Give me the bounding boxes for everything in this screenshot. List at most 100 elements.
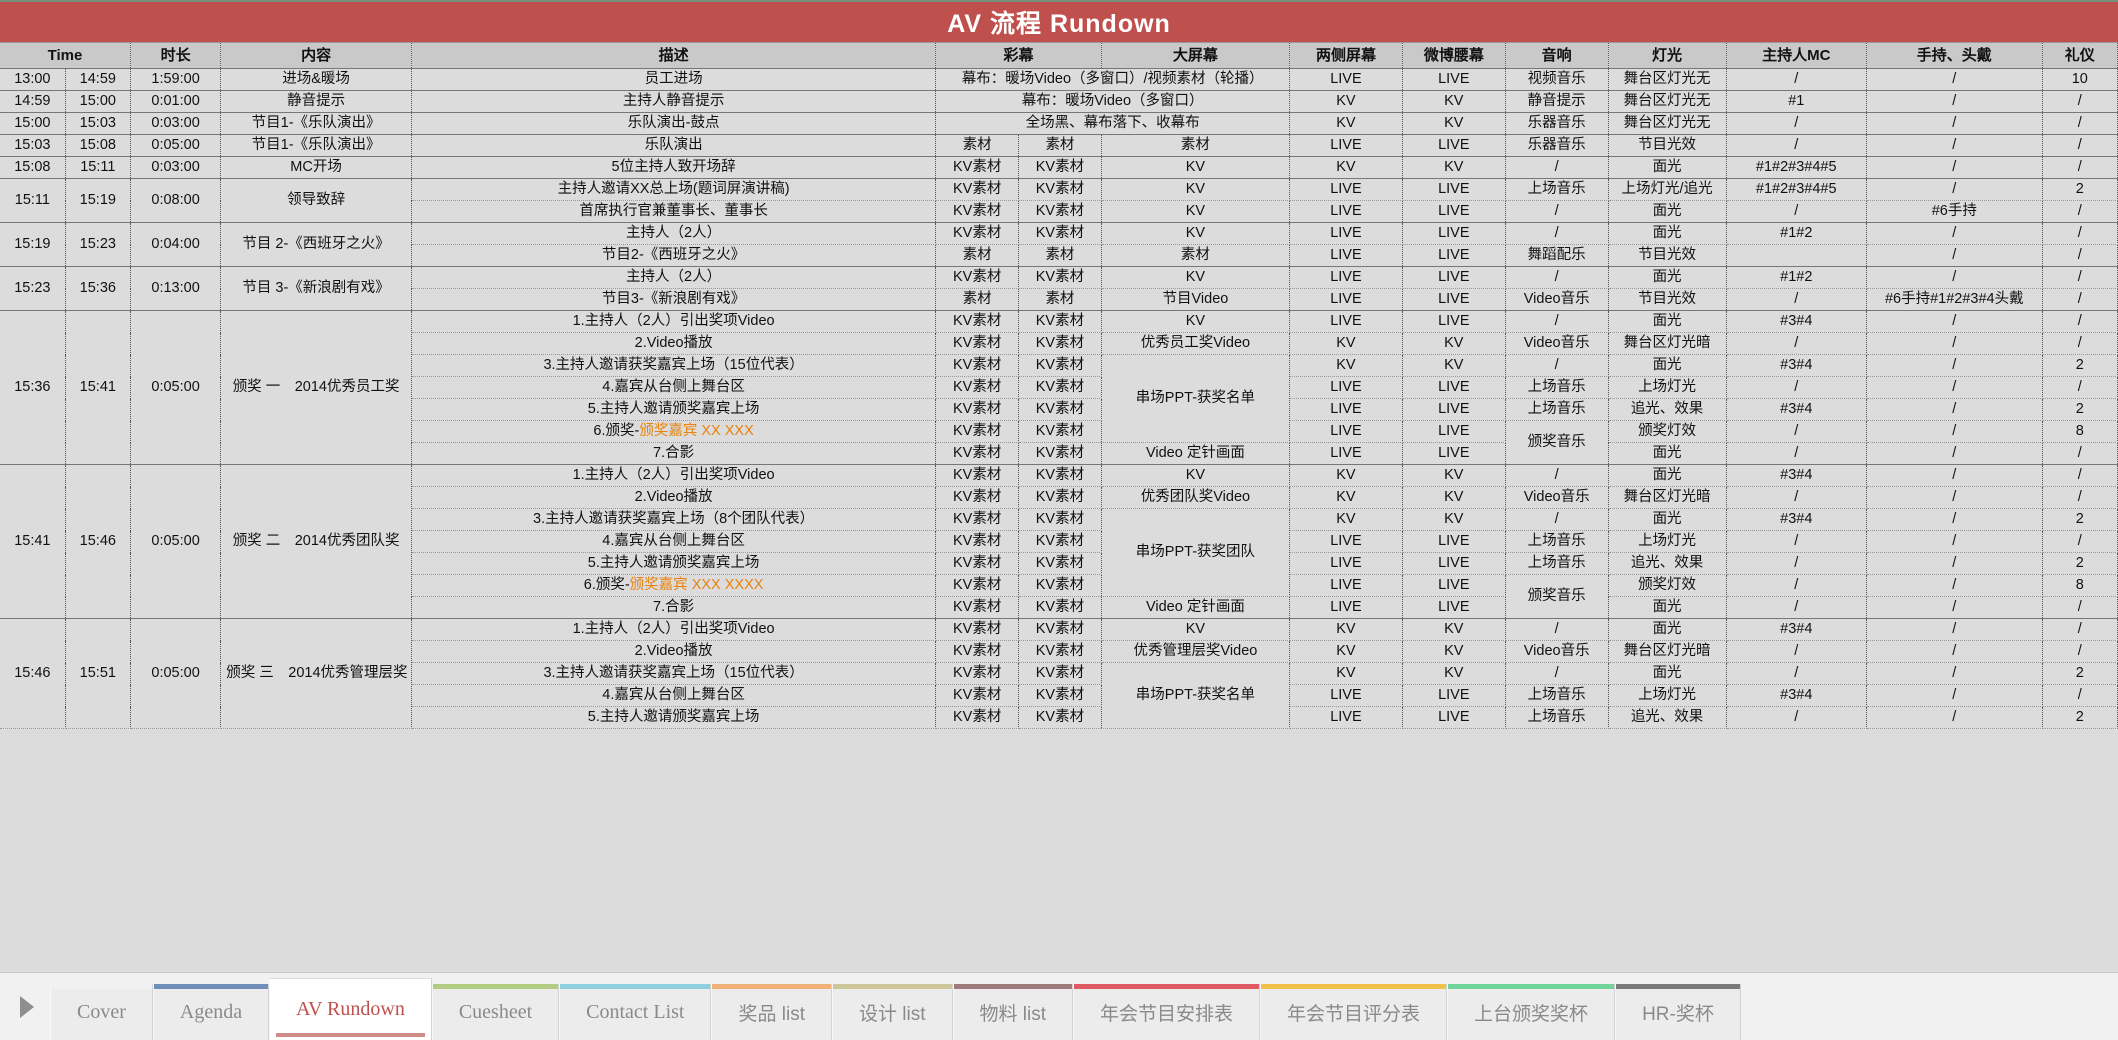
cell-liyi[interactable]: 2 [2042, 706, 2118, 729]
sheet-tab-0[interactable]: Cover [50, 984, 153, 1040]
cell-lighting[interactable]: 面光 [1608, 618, 1727, 641]
cell-caimu-2[interactable]: KV素材 [1018, 464, 1102, 487]
cell-lighting[interactable]: 颁奖灯效 [1608, 574, 1727, 597]
cell-mc[interactable]: / [1726, 552, 1868, 575]
cell-weibo-band[interactable]: KV [1402, 90, 1506, 113]
cell-content[interactable]: 静音提示 [220, 90, 412, 113]
cell-mc[interactable]: #3#4 [1726, 310, 1868, 333]
cell-audio[interactable]: / [1505, 310, 1609, 333]
cell-weibo-band[interactable]: LIVE [1402, 596, 1506, 619]
cell-side-screens[interactable]: LIVE [1289, 244, 1403, 267]
cell-big-screen[interactable]: 节目Video [1101, 288, 1291, 311]
cell-weibo-band[interactable]: LIVE [1402, 706, 1506, 729]
cell-lighting[interactable]: 舞台区灯光无 [1608, 112, 1727, 135]
cell-start-time[interactable]: 15:19 [0, 222, 66, 267]
sheet-tab-bar[interactable]: Cover Agenda AV Rundown Cuesheet Contact Lis… [0, 972, 2118, 1040]
cell-end-time[interactable]: 15:03 [65, 112, 131, 135]
sheet-tab-4[interactable]: Contact List [559, 984, 712, 1040]
cell-microphone[interactable]: / [1866, 310, 2043, 333]
cell-side-screens[interactable]: LIVE [1289, 574, 1403, 597]
cell-liyi[interactable]: 2 [2042, 398, 2118, 421]
cell-side-screens[interactable]: LIVE [1289, 200, 1403, 223]
cell-side-screens[interactable]: LIVE [1289, 178, 1403, 201]
cell-description[interactable]: 4.嘉宾从台侧上舞台区 [411, 684, 937, 707]
cell-big-screen[interactable]: KV [1101, 222, 1291, 245]
cell-weibo-band[interactable]: LIVE [1402, 200, 1506, 223]
cell-caimu-1[interactable]: KV素材 [935, 486, 1020, 509]
cell-liyi[interactable]: / [2042, 332, 2118, 355]
cell-description[interactable]: 6.颁奖-颁奖嘉宾 XXX XXXX [411, 574, 937, 597]
cell-caimu-2[interactable]: 素材 [1018, 288, 1102, 311]
cell-big-screen[interactable]: KV [1101, 266, 1291, 289]
cell-description[interactable]: 3.主持人邀请获奖嘉宾上场（8个团队代表） [411, 508, 937, 531]
cell-caimu-1[interactable]: KV素材 [935, 618, 1020, 641]
cell-mc[interactable]: #3#4 [1726, 508, 1868, 531]
sheet-tab-1[interactable]: Agenda [152, 984, 270, 1040]
cell-audio[interactable]: 上场音乐 [1505, 178, 1609, 201]
cell-big-screen[interactable]: Video 定针画面 [1101, 596, 1291, 619]
cell-caimu-1[interactable]: KV素材 [935, 508, 1020, 531]
cell-weibo-band[interactable]: KV [1402, 640, 1506, 663]
sheet-tab-5[interactable]: 奖品 list [711, 984, 832, 1040]
cell-content[interactable]: 节目 3-《新浪剧有戏》 [220, 266, 412, 311]
cell-microphone[interactable]: / [1866, 530, 2043, 553]
cell-weibo-band[interactable]: LIVE [1402, 574, 1506, 597]
cell-liyi[interactable]: 10 [2042, 68, 2118, 91]
cell-liyi[interactable]: 2 [2042, 508, 2118, 531]
cell-side-screens[interactable]: LIVE [1289, 706, 1403, 729]
cell-caimu-1[interactable]: KV素材 [935, 464, 1020, 487]
cell-mc[interactable]: / [1726, 112, 1868, 135]
cell-audio[interactable]: / [1505, 464, 1609, 487]
cell-weibo-band[interactable]: LIVE [1402, 244, 1506, 267]
cell-caimu-1[interactable]: 素材 [935, 134, 1020, 157]
cell-caimu-2[interactable]: KV素材 [1018, 486, 1102, 509]
cell-weibo-band[interactable]: LIVE [1402, 222, 1506, 245]
cell-end-time[interactable]: 15:36 [65, 266, 131, 311]
cell-microphone[interactable]: / [1866, 596, 2043, 619]
cell-start-time[interactable]: 15:03 [0, 134, 66, 157]
cell-description[interactable]: 首席执行官兼董事长、董事长 [411, 200, 937, 223]
cell-microphone[interactable]: / [1866, 508, 2043, 531]
cell-weibo-band[interactable]: KV [1402, 332, 1506, 355]
cell-lighting[interactable]: 上场灯光 [1608, 376, 1727, 399]
cell-liyi[interactable]: / [2042, 640, 2118, 663]
cell-lighting[interactable]: 面光 [1608, 354, 1727, 377]
cell-big-screen[interactable]: KV [1101, 464, 1291, 487]
cell-audio[interactable]: / [1505, 266, 1609, 289]
cell-lighting[interactable]: 舞台区灯光暗 [1608, 640, 1727, 663]
cell-liyi[interactable]: / [2042, 596, 2118, 619]
cell-weibo-band[interactable]: LIVE [1402, 134, 1506, 157]
cell-liyi[interactable]: 2 [2042, 178, 2118, 201]
cell-side-screens[interactable]: LIVE [1289, 420, 1403, 443]
cell-liyi[interactable]: / [2042, 464, 2118, 487]
cell-content[interactable]: 领导致辞 [220, 178, 412, 223]
sheet-tab-2[interactable]: AV Rundown [269, 978, 432, 1040]
cell-start-time[interactable]: 15:08 [0, 156, 66, 179]
cell-caimu-2[interactable]: KV素材 [1018, 222, 1102, 245]
cell-audio[interactable]: 颁奖音乐 [1505, 574, 1609, 619]
cell-description[interactable]: 5.主持人邀请颁奖嘉宾上场 [411, 398, 937, 421]
cell-microphone[interactable]: #6手持#1#2#3#4头戴 [1866, 288, 2043, 311]
cell-description[interactable]: 6.颁奖-颁奖嘉宾 XX XXX [411, 420, 937, 443]
cell-mc[interactable]: #1#2#3#4#5 [1726, 156, 1868, 179]
cell-big-screen[interactable]: 优秀员工奖Video [1101, 332, 1291, 355]
cell-audio[interactable]: 静音提示 [1505, 90, 1609, 113]
cell-duration[interactable]: 0:13:00 [130, 266, 222, 311]
cell-caimu-2[interactable]: KV素材 [1018, 552, 1102, 575]
cell-weibo-band[interactable]: LIVE [1402, 376, 1506, 399]
cell-side-screens[interactable]: LIVE [1289, 530, 1403, 553]
cell-big-screen[interactable]: 素材 [1101, 134, 1291, 157]
cell-audio[interactable]: 舞蹈配乐 [1505, 244, 1609, 267]
sheet-tab-9[interactable]: 年会节目评分表 [1260, 984, 1448, 1040]
cell-caimu-1[interactable]: KV素材 [935, 310, 1020, 333]
cell-big-screen[interactable]: KV [1101, 310, 1291, 333]
cell-weibo-band[interactable]: LIVE [1402, 684, 1506, 707]
cell-side-screens[interactable]: LIVE [1289, 222, 1403, 245]
cell-mc[interactable]: / [1726, 442, 1868, 465]
cell-microphone[interactable]: / [1866, 354, 2043, 377]
cell-liyi[interactable]: / [2042, 310, 2118, 333]
cell-audio[interactable]: / [1505, 200, 1609, 223]
cell-lighting[interactable]: 舞台区灯光无 [1608, 90, 1727, 113]
column-header-start[interactable]: Time [0, 42, 131, 69]
cell-liyi[interactable]: / [2042, 618, 2118, 641]
